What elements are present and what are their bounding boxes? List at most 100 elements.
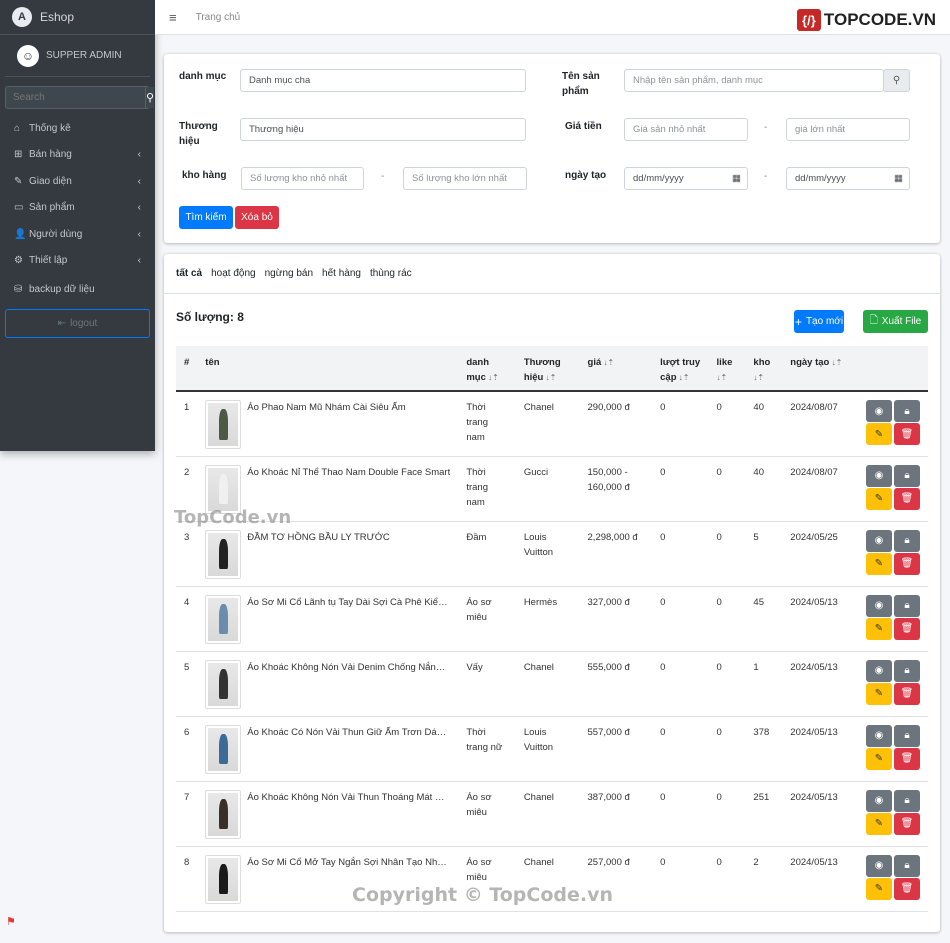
lock-button[interactable]: 🔒︎ (894, 529, 920, 552)
column-header[interactable]: Thương hiệu ↓⇡ (515, 346, 580, 392)
delete-button[interactable]: 🗑︎ (894, 682, 920, 705)
calendar-icon[interactable]: ▦ (894, 173, 903, 184)
sidebar-item-2[interactable]: ✎ Giao diện ‹ (0, 168, 155, 195)
delete-button[interactable]: 🗑︎ (894, 617, 920, 640)
sidebar-item-4[interactable]: 👤 Người dùng ‹ (0, 221, 155, 248)
view-button[interactable]: ◉ (866, 724, 892, 747)
product-thumbnail[interactable] (205, 724, 242, 774)
sort-icon[interactable]: ↓⇡ (829, 358, 843, 367)
view-button[interactable]: ◉ (866, 659, 892, 682)
sort-icon[interactable]: ↓⇡ (677, 373, 690, 382)
view-button[interactable]: ◉ (866, 464, 892, 487)
search-button[interactable]: Tìm kiếm (179, 206, 233, 229)
column-header[interactable]: ngày tạo ↓⇡ (782, 346, 858, 392)
clear-button[interactable]: Xóa bỏ (235, 206, 279, 229)
product-name[interactable]: Áo Khoác Không Nón Vải Thun Thoáng Mát B… (247, 790, 450, 805)
sort-icon[interactable]: ↓⇡ (543, 373, 557, 382)
sidebar-item-0[interactable]: ⌂ Thống kê (0, 115, 155, 142)
tab-0[interactable]: tất cả (176, 268, 202, 279)
product-name[interactable]: Áo Sơ Mi Cổ Mở Tay Ngắn Sợi Nhân Tạo Nha… (247, 855, 450, 870)
sidebar-search-input[interactable] (6, 87, 145, 108)
lock-button[interactable]: 🔒︎ (894, 789, 920, 812)
date-from-input[interactable]: dd/mm/yyyy ▦ (624, 167, 748, 190)
edit-button[interactable]: ✎ (866, 423, 892, 445)
search-icon[interactable]: ⚲ (883, 69, 910, 92)
tab-2[interactable]: ngừng bán (265, 268, 313, 279)
stock-min-input[interactable]: Số lượng kho nhỏ nhất (241, 167, 364, 190)
product-name[interactable]: Áo Phao Nam Mũ Nhám Cài Siêu Ấm (247, 400, 450, 415)
view-button[interactable]: ◉ (866, 594, 892, 617)
sidebar-item-3[interactable]: ▭ Sản phẩm ‹ (0, 195, 155, 222)
edit-button[interactable]: ✎ (866, 812, 892, 835)
calendar-icon[interactable]: ▦ (732, 173, 741, 184)
lock-button[interactable]: 🔒︎ (894, 400, 920, 422)
delete-button[interactable]: 🗑︎ (894, 877, 920, 900)
edit-button[interactable]: ✎ (866, 682, 892, 705)
search-icon[interactable]: ⚲ (145, 87, 155, 108)
view-button[interactable]: ◉ (866, 400, 892, 422)
price-min-input[interactable]: Giá sản nhỏ nhất (624, 118, 748, 141)
price-max-input[interactable]: giá lớn nhất (786, 118, 910, 141)
sort-icon[interactable]: ↓⇡ (601, 358, 614, 367)
column-header[interactable]: giá ↓⇡ (579, 346, 653, 392)
product-thumbnail[interactable] (205, 529, 242, 579)
delete-button[interactable]: 🗑︎ (894, 747, 920, 770)
column-header[interactable]: danh mục ↓⇡ (458, 346, 516, 392)
user-panel[interactable]: ☺ SUPPER ADMIN (5, 35, 150, 77)
delete-button[interactable]: 🗑︎ (894, 812, 920, 835)
lock-button[interactable]: 🔒︎ (894, 464, 920, 487)
product-name[interactable]: Áo Sơ Mi Cổ Lãnh tụ Tay Dài Sợi Cà Phê K… (247, 595, 450, 610)
product-thumbnail[interactable] (205, 659, 242, 709)
edit-button[interactable]: ✎ (866, 552, 892, 575)
sidebar-item-6[interactable]: ⛁ backup dữ liệu (0, 274, 155, 305)
lock-button[interactable]: 🔒︎ (894, 854, 920, 877)
edit-button[interactable]: ✎ (866, 617, 892, 640)
product-thumbnail[interactable] (205, 400, 242, 449)
column-header[interactable]: lượt truy cập ↓⇡ (652, 346, 709, 392)
column-header[interactable]: kho ↓⇡ (745, 346, 783, 392)
sort-icon[interactable]: ↓⇡ (753, 373, 764, 382)
column-header[interactable]: like ↓⇡ (708, 346, 746, 392)
tab-4[interactable]: thùng rác (370, 268, 412, 279)
actions-cell: ◉ 🔒︎ ✎ 🗑︎ (858, 716, 928, 782)
product-name[interactable]: Áo Khoác Có Nón Vải Thun Giữ Ấm Trơn Dán… (247, 725, 450, 740)
category-select[interactable]: Danh mục cha (240, 69, 526, 92)
create-button[interactable]: + Tạo mới (794, 310, 844, 333)
product-name[interactable]: ĐẦM TƠ HỒNG BẦU LY TRƯỚC (247, 530, 450, 545)
lock-button[interactable]: 🔒︎ (894, 594, 920, 617)
product-name[interactable]: Áo Khoác Không Nón Vải Denim Chống Nắng … (247, 660, 450, 675)
delete-button[interactable]: 🗑︎ (894, 423, 920, 445)
hamburger-menu-icon[interactable]: ≡ (169, 10, 177, 25)
sidebar-item-5[interactable]: ⚙ Thiết lập ‹ (0, 248, 155, 275)
sort-icon[interactable]: ↓⇡ (717, 373, 728, 382)
tab-1[interactable]: hoạt động (211, 268, 256, 279)
product-thumbnail[interactable] (205, 594, 242, 644)
sidebar-item-1[interactable]: ⊞ Bán hàng ‹ (0, 142, 155, 169)
view-button[interactable]: ◉ (866, 854, 892, 877)
delete-button[interactable]: 🗑︎ (894, 487, 920, 510)
product-name[interactable]: Áo Khoác Nỉ Thể Thao Nam Double Face Sma… (247, 465, 450, 480)
edit-button[interactable]: ✎ (866, 877, 892, 900)
column-header[interactable]: # (176, 346, 198, 392)
edit-button[interactable]: ✎ (866, 487, 892, 510)
view-button[interactable]: ◉ (866, 789, 892, 812)
tab-3[interactable]: hết hàng (322, 268, 361, 279)
delete-button[interactable]: 🗑︎ (894, 552, 920, 575)
brand-select[interactable]: Thương hiệu (240, 118, 526, 141)
lock-button[interactable]: 🔒︎ (894, 659, 920, 682)
product-thumbnail[interactable] (205, 854, 242, 904)
view-button[interactable]: ◉ (866, 529, 892, 552)
stock-max-input[interactable]: Số lượng kho lớn nhất (403, 167, 527, 190)
edit-button[interactable]: ✎ (866, 747, 892, 770)
logout-button[interactable]: ⇤ logout (5, 309, 150, 338)
sort-icon[interactable]: ↓⇡ (486, 373, 499, 382)
lock-button[interactable]: 🔒︎ (894, 724, 920, 747)
name-search-input[interactable]: Nhập tên sản phẩm, danh mục (624, 69, 884, 92)
date-to-input[interactable]: dd/mm/yyyy ▦ (786, 167, 910, 190)
export-button[interactable]: 🗋 Xuất File (863, 310, 928, 333)
product-thumbnail[interactable] (205, 789, 242, 839)
brand-link[interactable]: A Eshop (0, 0, 155, 35)
column-header[interactable]: tên (197, 346, 459, 392)
breadcrumb[interactable]: Trang chủ (196, 12, 241, 23)
row-id: 7 (176, 781, 198, 847)
